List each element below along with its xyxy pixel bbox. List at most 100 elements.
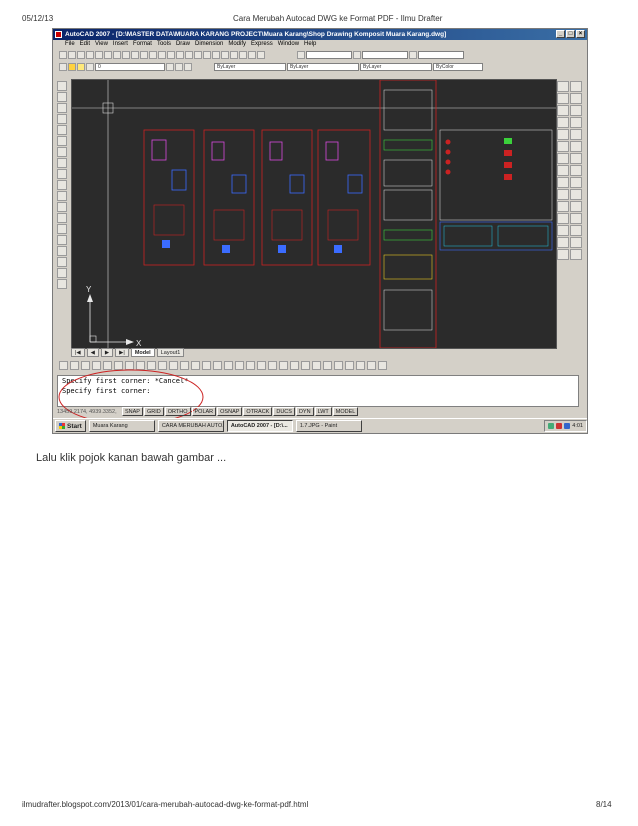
- trim-icon[interactable]: [570, 129, 582, 140]
- plotstyle-combo[interactable]: ByColor: [433, 63, 483, 71]
- ellipse-icon[interactable]: [57, 180, 67, 190]
- snap-midpoint-icon[interactable]: [570, 177, 582, 188]
- redo-icon[interactable]: [158, 51, 166, 59]
- tab-nav-first[interactable]: |◀: [71, 348, 85, 357]
- bottom-tool-27-icon[interactable]: [345, 360, 354, 370]
- snap-node-icon[interactable]: [570, 225, 582, 236]
- task-paint[interactable]: 1.7.JPG - Paint: [295, 420, 362, 432]
- explode-icon[interactable]: [570, 165, 582, 176]
- color-combo[interactable]: ByLayer: [214, 63, 286, 71]
- cut-icon[interactable]: [113, 51, 121, 59]
- stretch-icon[interactable]: [557, 129, 569, 140]
- status-ortho[interactable]: ORTHO: [164, 407, 191, 416]
- status-lwt[interactable]: LWT: [314, 407, 332, 416]
- point-icon[interactable]: [57, 224, 67, 234]
- snap-intersection-icon[interactable]: [557, 189, 569, 200]
- snap-insert-icon[interactable]: [557, 225, 569, 236]
- bottom-tool-26-icon[interactable]: [334, 360, 343, 370]
- gradient-icon[interactable]: [57, 246, 67, 256]
- tab-nav-prev[interactable]: ◀: [86, 348, 99, 357]
- mirror-icon[interactable]: [557, 93, 569, 104]
- menu-modify[interactable]: Modify: [228, 40, 246, 49]
- menu-view[interactable]: View: [95, 40, 108, 49]
- scale-icon[interactable]: [570, 117, 582, 128]
- polyline-icon[interactable]: [57, 103, 67, 113]
- tray-icon[interactable]: [548, 423, 555, 429]
- bottom-tool-24-icon[interactable]: [312, 360, 321, 370]
- snap-center-icon[interactable]: [570, 189, 582, 200]
- bottom-tool-30-icon[interactable]: [378, 360, 387, 370]
- zoom-realtime-icon[interactable]: [176, 51, 184, 59]
- tray-icon[interactable]: [556, 423, 563, 429]
- break-icon[interactable]: [570, 141, 582, 152]
- help-icon[interactable]: [257, 51, 265, 59]
- menu-format[interactable]: Format: [133, 40, 152, 49]
- hatch-icon[interactable]: [57, 235, 67, 245]
- status-polar[interactable]: POLAR: [191, 407, 217, 416]
- text-style-icon[interactable]: [297, 51, 305, 59]
- extend-icon[interactable]: [557, 141, 569, 152]
- join-icon[interactable]: [557, 153, 569, 164]
- lineweight-combo[interactable]: ByLayer: [360, 63, 432, 71]
- match-properties-icon[interactable]: [140, 51, 148, 59]
- snap-quadrant-icon[interactable]: [557, 201, 569, 212]
- menu-dimension[interactable]: Dimension: [195, 40, 223, 49]
- menu-help[interactable]: Help: [304, 40, 316, 49]
- publish-icon[interactable]: [104, 51, 112, 59]
- status-osnap[interactable]: OSNAP: [217, 407, 243, 416]
- status-otrack[interactable]: OTRACK: [243, 407, 273, 416]
- make-current-icon[interactable]: [166, 63, 174, 71]
- calculator-icon[interactable]: [248, 51, 256, 59]
- bottom-tool-21-icon[interactable]: [279, 360, 288, 370]
- rotate-icon[interactable]: [557, 117, 569, 128]
- construction-line-icon[interactable]: [57, 92, 67, 102]
- task-browser[interactable]: CARA MERUBAH AUTO...: [157, 420, 224, 432]
- copy-icon[interactable]: [122, 51, 130, 59]
- snap-nearest-icon[interactable]: [557, 237, 569, 248]
- sheet-set-icon[interactable]: [230, 51, 238, 59]
- revision-cloud-icon[interactable]: [57, 158, 67, 168]
- chamfer-icon[interactable]: [570, 153, 582, 164]
- status-ducs[interactable]: DUCS: [273, 407, 295, 416]
- start-button[interactable]: Start: [55, 420, 86, 432]
- design-center-icon[interactable]: [212, 51, 220, 59]
- region-icon[interactable]: [57, 257, 67, 267]
- print-icon[interactable]: [86, 51, 94, 59]
- model-space-canvas[interactable]: Y X: [71, 79, 557, 349]
- menu-tools[interactable]: Tools: [157, 40, 171, 49]
- tab-model[interactable]: Model: [130, 348, 155, 357]
- pan-icon[interactable]: [167, 51, 175, 59]
- bottom-tool-25-icon[interactable]: [323, 360, 332, 370]
- bottom-tool-29-icon[interactable]: [367, 360, 376, 370]
- offset-icon[interactable]: [570, 93, 582, 104]
- tab-nav-last[interactable]: ▶|: [115, 348, 129, 357]
- ellipse-arc-icon[interactable]: [57, 191, 67, 201]
- menu-edit[interactable]: Edit: [80, 40, 90, 49]
- new-icon[interactable]: [59, 51, 67, 59]
- array-icon[interactable]: [557, 105, 569, 116]
- multiline-text-icon[interactable]: [57, 279, 67, 289]
- erase-icon[interactable]: [557, 81, 569, 92]
- bottom-tool-22-icon[interactable]: [290, 360, 299, 370]
- save-icon[interactable]: [77, 51, 85, 59]
- status-model[interactable]: MODEL: [332, 407, 359, 416]
- bottom-tool-17-icon[interactable]: [235, 360, 244, 370]
- status-snap[interactable]: SNAP: [122, 407, 143, 416]
- snap-perpendicular-icon[interactable]: [557, 213, 569, 224]
- bottom-tool-18-icon[interactable]: [246, 360, 255, 370]
- layer-state-icon[interactable]: [184, 63, 192, 71]
- arc-icon[interactable]: [57, 136, 67, 146]
- markup-icon[interactable]: [239, 51, 247, 59]
- menu-file[interactable]: File: [65, 40, 75, 49]
- linetype-combo[interactable]: ByLayer: [287, 63, 359, 71]
- undo-icon[interactable]: [149, 51, 157, 59]
- circle-icon[interactable]: [57, 147, 67, 157]
- copy-object-icon[interactable]: [570, 81, 582, 92]
- snap-apparent-icon[interactable]: [570, 249, 582, 260]
- snap-parallel-icon[interactable]: [570, 213, 582, 224]
- tab-layout1[interactable]: Layout1: [156, 348, 185, 357]
- menu-draw[interactable]: Draw: [176, 40, 190, 49]
- tool-palettes-icon[interactable]: [221, 51, 229, 59]
- maximize-button[interactable]: □: [566, 30, 575, 38]
- snap-endpoint-icon[interactable]: [557, 177, 569, 188]
